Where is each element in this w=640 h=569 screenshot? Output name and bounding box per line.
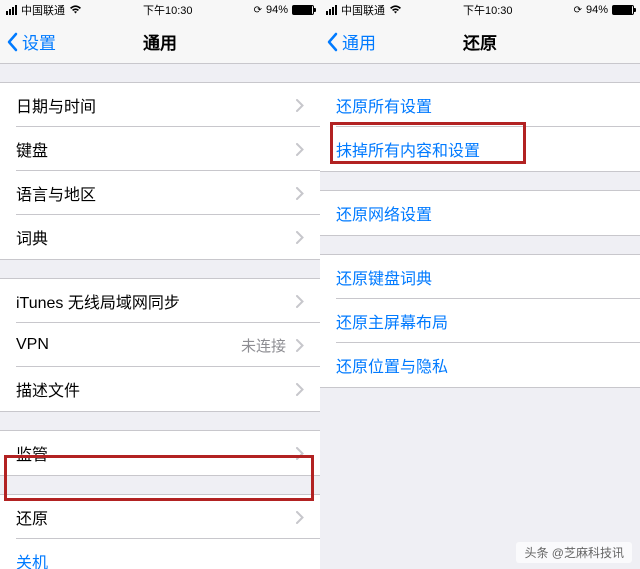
row-label: 描述文件 [16, 377, 292, 401]
row-profiles[interactable]: 描述文件 [0, 367, 320, 411]
chevron-right-icon [296, 511, 304, 524]
row-label: 关机 [16, 549, 304, 569]
row-label: 还原位置与隐私 [336, 353, 624, 377]
row-date-time[interactable]: 日期与时间 [0, 83, 320, 127]
chevron-right-icon [296, 143, 304, 156]
rotation-lock-icon: ⟳ [254, 5, 262, 16]
status-bar: 中国联通 下午10:30 ⟳ 94% [320, 0, 640, 20]
back-label: 通用 [342, 29, 376, 54]
status-bar: 中国联通 下午10:30 ⟳ 94% [0, 0, 320, 20]
signal-icon [6, 5, 17, 15]
row-reset-keyboard-dict[interactable]: 还原键盘词典 [320, 255, 640, 299]
row-shutdown[interactable]: 关机 [0, 539, 320, 569]
row-reset-all-settings[interactable]: 还原所有设置 [320, 83, 640, 127]
row-value: 未连接 [241, 335, 286, 356]
row-label: 还原 [16, 505, 292, 529]
row-vpn[interactable]: VPN未连接 [0, 323, 320, 367]
row-label: 抹掉所有内容和设置 [336, 137, 624, 161]
chevron-right-icon [296, 447, 304, 460]
screen-general: 中国联通 下午10:30 ⟳ 94% 设置 通用 日期与时间 键盘 语言与地区 … [0, 0, 320, 569]
row-label: 日期与时间 [16, 93, 292, 117]
back-label: 设置 [22, 29, 56, 54]
page-title: 通用 [143, 29, 177, 54]
rotation-lock-icon: ⟳ [574, 5, 582, 16]
carrier-label: 中国联通 [341, 2, 385, 18]
row-language-region[interactable]: 语言与地区 [0, 171, 320, 215]
row-label: 监管 [16, 441, 292, 465]
row-reset[interactable]: 还原 [0, 495, 320, 539]
battery-pct: 94% [266, 4, 288, 16]
row-reset-network[interactable]: 还原网络设置 [320, 191, 640, 235]
chevron-left-icon [6, 32, 18, 52]
chevron-right-icon [296, 339, 304, 352]
row-label: iTunes 无线局域网同步 [16, 289, 292, 313]
signal-icon [326, 5, 337, 15]
wifi-icon [389, 4, 402, 17]
battery-pct: 94% [586, 4, 608, 16]
watermark: 头条 @芝麻科技讯 [516, 542, 632, 563]
row-label: 还原键盘词典 [336, 265, 624, 289]
battery-icon [292, 5, 314, 15]
back-button[interactable]: 设置 [0, 29, 56, 54]
carrier-label: 中国联通 [21, 2, 65, 18]
chevron-right-icon [296, 295, 304, 308]
row-erase-all[interactable]: 抹掉所有内容和设置 [320, 127, 640, 171]
row-reset-location-privacy[interactable]: 还原位置与隐私 [320, 343, 640, 387]
row-reset-home-layout[interactable]: 还原主屏幕布局 [320, 299, 640, 343]
battery-icon [612, 5, 634, 15]
row-label: 词典 [16, 225, 292, 249]
nav-bar: 通用 还原 [320, 20, 640, 64]
row-keyboard[interactable]: 键盘 [0, 127, 320, 171]
chevron-left-icon [326, 32, 338, 52]
row-regulatory[interactable]: 监管 [0, 431, 320, 475]
chevron-right-icon [296, 187, 304, 200]
row-label: 键盘 [16, 137, 292, 161]
page-title: 还原 [463, 29, 497, 54]
chevron-right-icon [296, 383, 304, 396]
row-label: 还原主屏幕布局 [336, 309, 624, 333]
row-label: 还原所有设置 [336, 93, 624, 117]
chevron-right-icon [296, 231, 304, 244]
nav-bar: 设置 通用 [0, 20, 320, 64]
screen-reset: 中国联通 下午10:30 ⟳ 94% 通用 还原 还原所有设置 抹掉所有内容和设… [320, 0, 640, 569]
wifi-icon [69, 4, 82, 17]
time-label: 下午10:30 [463, 2, 513, 18]
content: 还原所有设置 抹掉所有内容和设置 还原网络设置 还原键盘词典 还原主屏幕布局 还… [320, 64, 640, 569]
content: 日期与时间 键盘 语言与地区 词典 iTunes 无线局域网同步 VPN未连接 … [0, 64, 320, 569]
row-itunes-wifi-sync[interactable]: iTunes 无线局域网同步 [0, 279, 320, 323]
row-dictionary[interactable]: 词典 [0, 215, 320, 259]
row-label: 语言与地区 [16, 181, 292, 205]
chevron-right-icon [296, 99, 304, 112]
time-label: 下午10:30 [143, 2, 193, 18]
back-button[interactable]: 通用 [320, 29, 376, 54]
row-label: 还原网络设置 [336, 201, 624, 225]
row-label: VPN [16, 336, 241, 354]
